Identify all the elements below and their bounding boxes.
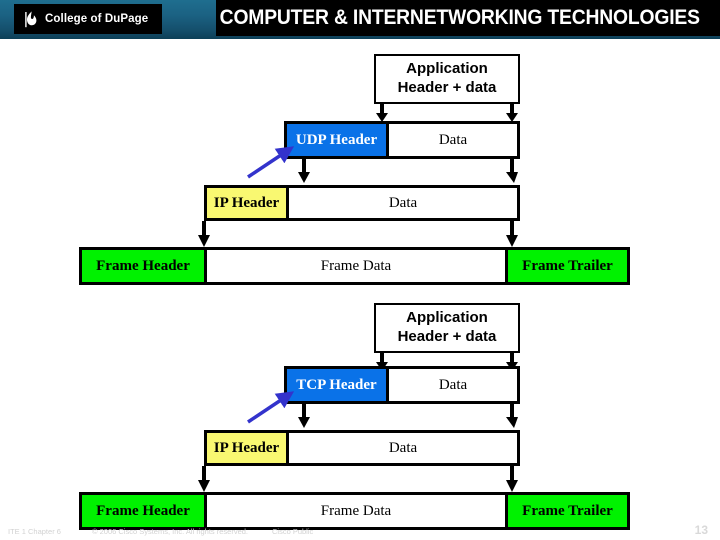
banner-title: COMPUTER & INTERNETWORKING TECHNOLOGIES [219,6,700,29]
slide-footer: ITE 1 Chapter 6 © 2006 Cisco Systems, In… [0,522,720,540]
arrows-transport-to-network-tcp [298,404,518,428]
transport-row-udp: UDP Header Data [284,121,520,159]
application-line1: Application [406,309,488,327]
application-line2: Header + data [397,328,497,345]
flame-icon [25,10,37,27]
network-row-tcp: IP Header Data [204,430,520,466]
arrows-app-to-transport-udp [376,104,518,122]
arrows-network-to-datalink-tcp [198,466,518,492]
tcp-header-segment: TCP Header [287,369,389,401]
college-logo: College of DuPage [14,4,162,34]
application-box-tcp: Application Header + data [374,303,520,353]
application-line2: Header + data [397,79,497,96]
college-logo-text: College of DuPage [45,13,149,25]
arrows-transport-to-network-udp [298,159,518,183]
encapsulation-pointer-arrow-udp [247,146,295,179]
transport-row-tcp: TCP Header Data [284,366,520,404]
ip-header-segment-tcp: IP Header [207,433,289,463]
footer-classification: Cisco Public [272,527,314,536]
footer-chapter: ITE 1 Chapter 6 [8,527,61,536]
page-number: 13 [694,523,708,537]
udp-header-segment: UDP Header [287,124,389,156]
arrows-network-to-datalink-udp [198,221,518,247]
application-box-udp: Application Header + data [374,54,520,104]
footer-copyright: © 2006 Cisco Systems, Inc. All rights re… [92,527,249,536]
banner-divider [0,39,720,42]
datalink-row-udp: Frame Header Frame Data Frame Trailer [79,247,630,285]
frame-trailer-segment-udp: Frame Trailer [505,250,627,282]
tcp-data-segment: Data [389,369,517,401]
application-line1: Application [406,60,488,78]
ip-data-segment-tcp: Data [289,433,517,463]
network-row-udp: IP Header Data [204,185,520,221]
frame-header-segment-udp: Frame Header [82,250,207,282]
udp-data-segment: Data [389,124,517,156]
header-banner: College of DuPage COMPUTER & INTERNETWOR… [0,0,720,39]
ip-data-segment-udp: Data [289,188,517,218]
banner-title-band: COMPUTER & INTERNETWORKING TECHNOLOGIES [216,0,720,36]
frame-data-segment-udp: Frame Data [207,250,505,282]
encapsulation-pointer-arrow-tcp [247,391,295,424]
ip-header-segment-udp: IP Header [207,188,289,218]
